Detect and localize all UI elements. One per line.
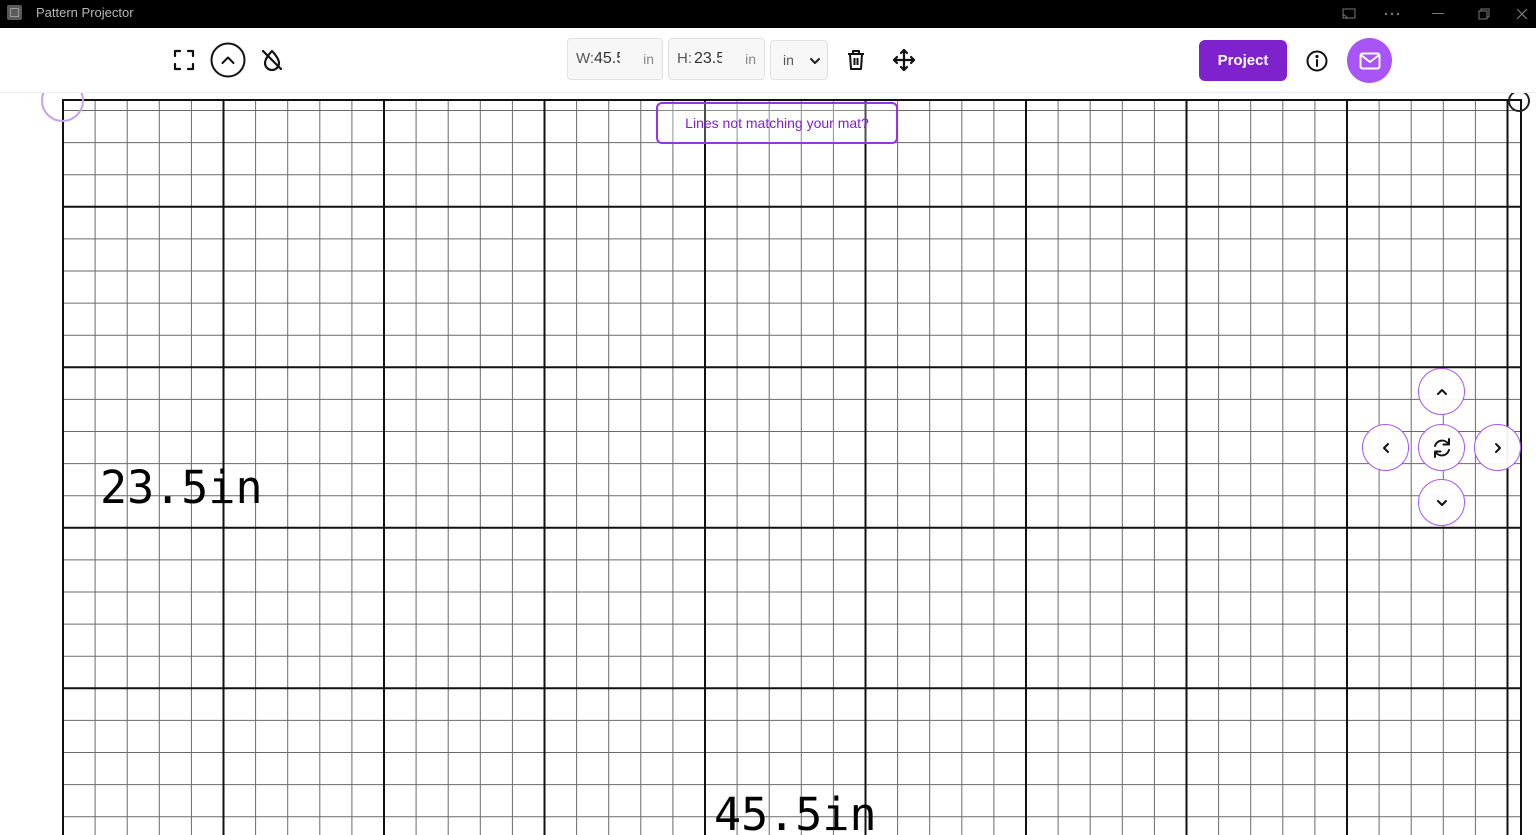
chevron-up-circle-icon[interactable]: [210, 42, 246, 78]
width-prefix: W:: [576, 50, 595, 67]
width-dimension-label: 45.5in: [714, 788, 877, 835]
title-bar: Pattern Projector: [0, 0, 1536, 28]
toolbar: W: in H: in in Project: [0, 28, 1536, 93]
chevron-right-icon: [1491, 441, 1505, 455]
chevron-left-icon: [1379, 441, 1393, 455]
more-icon[interactable]: [1369, 0, 1415, 28]
nav-reset-button[interactable]: [1418, 424, 1465, 471]
rotate-icon: [1430, 436, 1454, 460]
height-input[interactable]: [694, 48, 722, 70]
height-unit: in: [745, 51, 756, 67]
info-icon[interactable]: [1304, 48, 1330, 74]
nav-right-button[interactable]: [1474, 424, 1521, 471]
height-dimension-label: 23.5in: [100, 461, 263, 514]
move-arrows-icon[interactable]: [890, 46, 918, 74]
nav-left-button[interactable]: [1362, 424, 1409, 471]
trash-icon[interactable]: [843, 46, 869, 74]
project-button[interactable]: Project: [1199, 40, 1287, 81]
height-field: H: in: [668, 38, 765, 80]
unit-select-value: in: [783, 52, 794, 68]
window-title: Pattern Projector: [36, 5, 134, 20]
chevron-up-icon: [1435, 385, 1449, 399]
width-field: W: in: [567, 38, 663, 80]
chevron-down-icon: [809, 54, 821, 70]
hide-off-icon[interactable]: [258, 46, 286, 74]
mail-icon: [1359, 52, 1381, 70]
nav-down-button[interactable]: [1418, 479, 1465, 526]
minimize-icon[interactable]: [1415, 0, 1461, 28]
width-unit: in: [643, 51, 654, 67]
app-icon: [7, 5, 22, 20]
unit-select[interactable]: in: [770, 40, 828, 80]
height-prefix: H:: [677, 50, 692, 67]
calibration-hint-button[interactable]: Lines not matching your mat?: [656, 102, 898, 144]
restore-icon[interactable]: [1461, 0, 1507, 28]
width-input[interactable]: [594, 48, 620, 70]
close-icon[interactable]: [1507, 0, 1536, 28]
chevron-down-icon: [1435, 496, 1449, 510]
nav-up-button[interactable]: [1418, 368, 1465, 415]
mail-button[interactable]: [1347, 38, 1392, 83]
cast-icon[interactable]: [1326, 0, 1372, 28]
fullscreen-icon[interactable]: [170, 46, 198, 74]
pattern-canvas[interactable]: 23.5in 45.5in Lines not matching your ma…: [0, 93, 1536, 835]
